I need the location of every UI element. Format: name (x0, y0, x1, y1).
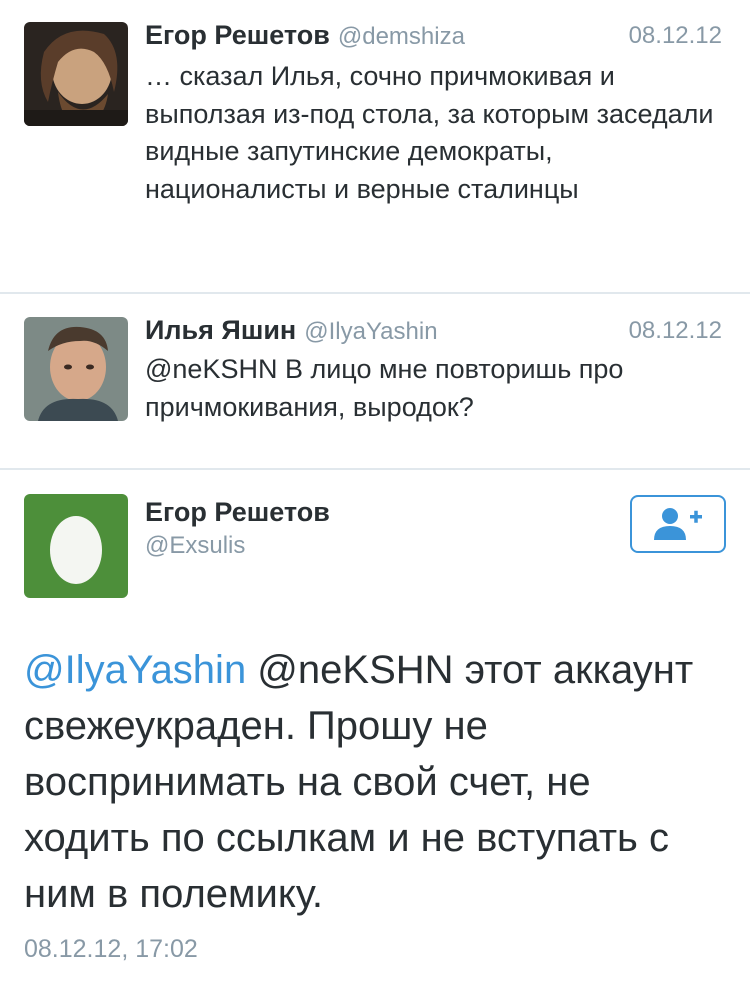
author-name[interactable]: Егор Решетов (145, 20, 330, 50)
tweet-item[interactable]: Егор Решетов @demshiza 08.12.12 … сказал … (0, 0, 750, 293)
tweet-date: 08.12.12 (628, 317, 722, 344)
main-tweet-text: @IlyaYashin @neKSHN этот аккаунт свежеук… (24, 642, 720, 922)
tweet-header: Илья Яшин @IlyaYashin 08.12.12 (145, 315, 726, 349)
egg-avatar[interactable] (24, 494, 128, 598)
mention-link[interactable]: @IlyaYashin (24, 648, 246, 692)
tweet-header: Егор Решетов @demshiza 08.12.12 (145, 20, 726, 54)
tweet-text: @neKSHN В лицо мне повторишь про причмок… (145, 354, 624, 422)
divider (0, 468, 750, 470)
author-name[interactable]: Илья Яшин (145, 315, 296, 345)
avatar[interactable] (24, 317, 128, 421)
add-user-icon (654, 508, 702, 540)
tweet-item[interactable]: Илья Яшин @IlyaYashin 08.12.12 @neKSHN В … (0, 293, 750, 469)
profile-name[interactable]: Егор Решетов (145, 497, 330, 528)
egg-icon (50, 516, 102, 584)
follow-button[interactable] (630, 495, 726, 553)
profile-handle[interactable]: @Exsulis (145, 532, 245, 560)
tweet-timestamp: 08.12.12, 17:02 (24, 935, 198, 963)
author-handle[interactable]: @IlyaYashin (304, 318, 437, 345)
tweet-date: 08.12.12 (628, 22, 722, 49)
tweet-text: … сказал Илья, сочно причмокивая и выпол… (145, 61, 714, 204)
author-handle[interactable]: @demshiza (338, 23, 465, 50)
avatar[interactable] (24, 22, 128, 126)
